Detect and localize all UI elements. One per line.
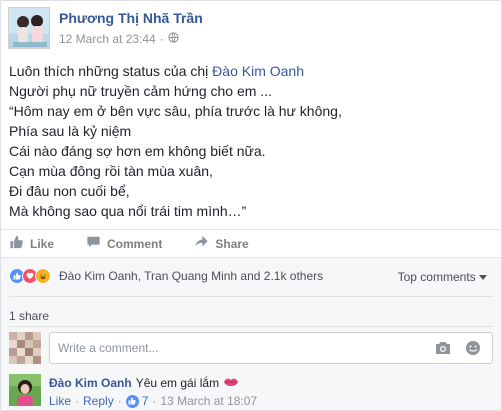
commenter-name[interactable]: Đào Kim Oanh — [49, 376, 132, 390]
comment-placeholder: Write a comment... — [58, 341, 159, 355]
kiss-lips-icon — [223, 376, 239, 390]
comment-like-badge[interactable]: 7 — [125, 394, 149, 408]
post-timestamp[interactable]: 12 March at 23:44 — [59, 32, 156, 46]
meta-separator: · — [159, 32, 164, 46]
post-line: “Hôm nay em ở bên vực sâu, phía trước là… — [9, 103, 342, 119]
post-line: Phía sau là kỷ niệm — [9, 123, 132, 139]
like-button[interactable]: Like — [9, 235, 54, 252]
share-button[interactable]: Share — [194, 235, 249, 252]
caret-down-icon — [479, 270, 487, 284]
comment-dot: · — [117, 394, 122, 408]
author-avatar[interactable] — [8, 7, 50, 49]
post-mention[interactable]: Đào Kim Oanh — [212, 63, 304, 79]
author-name[interactable]: Phương Thị Nhã Trần — [59, 10, 203, 26]
comment-like-link[interactable]: Like — [49, 394, 71, 408]
write-comment-row: Write a comment... — [9, 332, 493, 366]
like-label: Like — [30, 236, 55, 251]
thumbs-up-icon — [9, 235, 24, 252]
share-icon — [194, 235, 209, 252]
post-text: Luôn thích những status của chị — [9, 63, 213, 79]
share-label: Share — [215, 236, 249, 251]
reaction-icons — [9, 268, 51, 284]
current-user-avatar[interactable] — [9, 332, 41, 364]
shares-count[interactable]: 1 share — [9, 309, 49, 323]
haha-reaction-icon — [35, 268, 51, 284]
post-line: Cạn mùa đông rồi tàn mùa xuân, — [9, 163, 213, 179]
reactions-summary[interactable]: Đào Kim Oanh, Tran Quang Minh and 2.1k o… — [9, 268, 323, 284]
post-card: Phương Thị Nhã Trần 12 March at 23:44 · … — [0, 0, 502, 411]
feedback-section: Đào Kim Oanh, Tran Quang Minh and 2.1k o… — [1, 257, 501, 410]
post-line: Mà không sao qua nổi trái tim mình…” — [9, 203, 247, 219]
emoji-icon[interactable] — [462, 337, 484, 359]
post-line: Người phụ nữ truyền cảm hứng cho em ... — [9, 83, 272, 99]
post-body: Luôn thích những status của chị Đào Kim … — [9, 61, 493, 221]
comment-item: Đào Kim Oanh Yêu em gái lắm Like · Reply… — [9, 374, 493, 410]
commenter-avatar[interactable] — [9, 374, 41, 406]
comment-dot: · — [75, 394, 80, 408]
comment-button[interactable]: Comment — [86, 235, 162, 252]
top-comments-label: Top comments — [397, 270, 476, 284]
post-meta: 12 March at 23:44 · — [59, 32, 179, 46]
comment-text: Yêu em gái lắm — [135, 376, 220, 390]
comment-input[interactable]: Write a comment... — [49, 332, 493, 364]
comment-line: Đào Kim Oanh Yêu em gái lắm — [49, 376, 239, 390]
post-line: Cái nào đáng sợ hơn em không biết nữa. — [9, 143, 266, 159]
divider — [9, 296, 493, 297]
comment-icon — [86, 235, 101, 252]
like-badge-icon — [125, 394, 139, 408]
comment-reply-link[interactable]: Reply — [83, 394, 114, 408]
post-actions: Like Comment Share — [1, 229, 501, 257]
comment-label: Comment — [107, 236, 163, 251]
comment-like-count: 7 — [141, 394, 149, 408]
post-line-1: Luôn thích những status của chị Đào Kim … — [9, 61, 493, 81]
comment-actions: Like · Reply · 7 · 13 March at 18:07 — [49, 394, 257, 408]
camera-icon[interactable] — [432, 337, 454, 359]
globe-icon[interactable] — [168, 32, 179, 46]
post-header: Phương Thị Nhã Trần 12 March at 23:44 · — [8, 7, 501, 51]
divider — [9, 326, 493, 327]
top-comments-dropdown[interactable]: Top comments — [398, 270, 487, 284]
comment-dot: · — [152, 394, 157, 408]
post-line: Đi đâu non cuối bể, — [9, 183, 130, 199]
comment-time[interactable]: 13 March at 18:07 — [160, 394, 257, 408]
reaction-names[interactable]: Đào Kim Oanh, Tran Quang Minh and 2.1k o… — [59, 269, 323, 283]
